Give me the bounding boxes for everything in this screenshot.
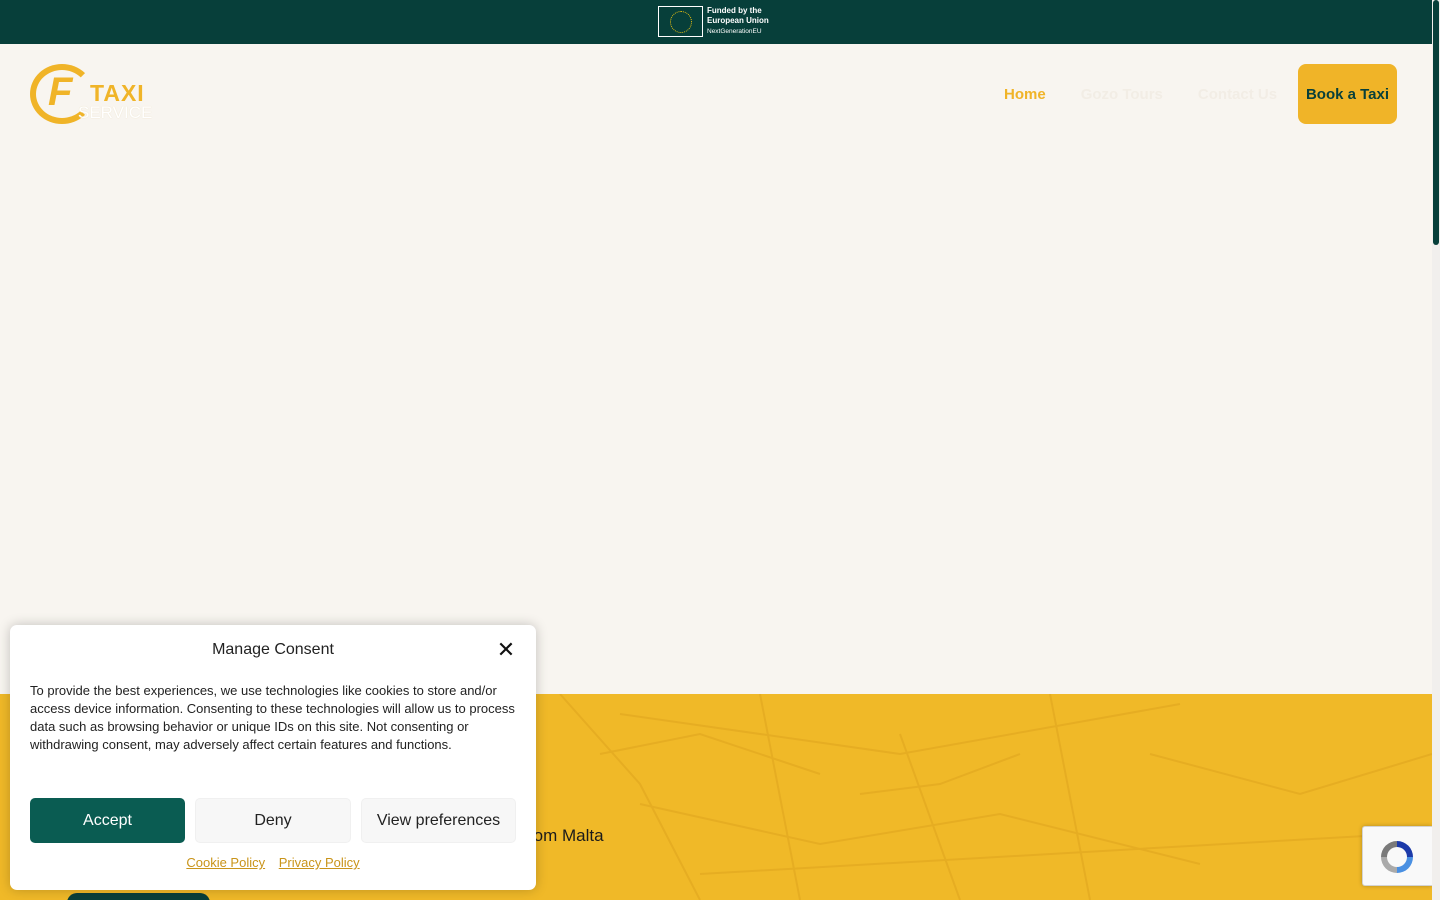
eu-badge-line1: Funded by the — [707, 6, 762, 15]
site-header: F TAXI SERVICE Home Gozo Tours Contact U… — [0, 44, 1432, 144]
section-text-partial: rom Malta — [528, 826, 604, 845]
recaptcha-icon — [1381, 841, 1413, 873]
book-taxi-button[interactable]: Book a Taxi — [1298, 64, 1397, 124]
eu-badge-line3: NextGenerationEU — [707, 28, 762, 35]
consent-title: Manage Consent — [212, 641, 334, 658]
site-logo[interactable]: F TAXI SERVICE — [30, 64, 153, 128]
deny-button[interactable]: Deny — [195, 798, 351, 843]
nav-item-home[interactable]: Home — [1004, 86, 1046, 103]
nav-item-contact-us[interactable]: Contact Us — [1198, 86, 1277, 103]
privacy-policy-link[interactable]: Privacy Policy — [279, 855, 360, 870]
consent-links: Cookie Policy Privacy Policy — [10, 855, 536, 870]
eu-badge-line2: European Union — [707, 16, 769, 25]
logo-letter: F — [48, 70, 73, 114]
recaptcha-badge[interactable] — [1362, 826, 1432, 886]
eu-funding-badge[interactable]: Funded by the European Union NextGenerat… — [658, 6, 769, 37]
consent-dialog: Manage Consent ✕ To provide the best exp… — [10, 625, 536, 890]
eu-flag-icon — [658, 6, 703, 37]
logo-line2: SERVICE — [78, 103, 153, 122]
scrollbar-thumb[interactable] — [1433, 0, 1439, 245]
cookie-policy-link[interactable]: Cookie Policy — [186, 855, 265, 870]
page-scrollbar[interactable] — [1432, 0, 1440, 900]
section-button-partial[interactable] — [67, 893, 210, 900]
view-preferences-button[interactable]: View preferences — [361, 798, 516, 843]
eu-funding-bar: Funded by the European Union NextGenerat… — [0, 0, 1432, 44]
nav-item-gozo-tours[interactable]: Gozo Tours — [1081, 86, 1163, 103]
close-icon[interactable]: ✕ — [496, 640, 516, 662]
consent-body-text: To provide the best experiences, we use … — [30, 683, 515, 752]
main-nav: Home Gozo Tours Contact Us — [1004, 64, 1312, 124]
accept-button[interactable]: Accept — [30, 798, 185, 843]
